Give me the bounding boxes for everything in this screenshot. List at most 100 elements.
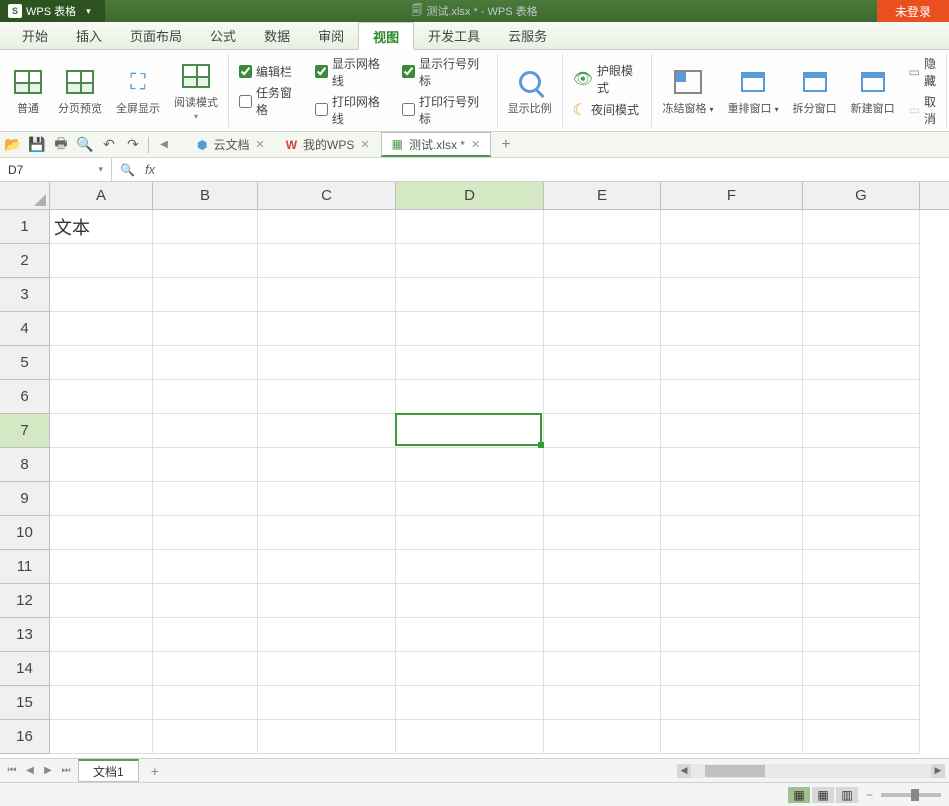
cell[interactable]: [258, 244, 396, 278]
cell[interactable]: [396, 278, 544, 312]
cell[interactable]: [803, 380, 920, 414]
check-show-headings[interactable]: 显示行号列标: [402, 55, 487, 89]
menu-data[interactable]: 数据: [250, 22, 304, 49]
cancel-button[interactable]: ▭取消: [909, 93, 936, 127]
cell[interactable]: [544, 346, 661, 380]
cell[interactable]: [803, 584, 920, 618]
active-doc-tab[interactable]: ▦ 测试.xlsx * ✕: [381, 132, 492, 157]
formula-bar[interactable]: 🔍 fx: [112, 158, 949, 181]
scroll-left-icon[interactable]: ◀: [677, 764, 691, 778]
cell[interactable]: [396, 448, 544, 482]
chevron-left-icon[interactable]: ◀: [155, 136, 173, 154]
scroll-right-icon[interactable]: ▶: [931, 764, 945, 778]
cell[interactable]: [258, 482, 396, 516]
cell[interactable]: [50, 516, 153, 550]
cell[interactable]: [661, 278, 803, 312]
cell[interactable]: [661, 346, 803, 380]
cell[interactable]: [803, 448, 920, 482]
cell[interactable]: [803, 346, 920, 380]
cell-area[interactable]: 文本: [50, 210, 949, 758]
select-all-corner[interactable]: [0, 182, 50, 210]
cell[interactable]: [544, 380, 661, 414]
close-icon[interactable]: ✕: [471, 138, 480, 151]
cell[interactable]: [661, 652, 803, 686]
cell[interactable]: [803, 312, 920, 346]
cell[interactable]: [661, 584, 803, 618]
cell[interactable]: [50, 686, 153, 720]
cell[interactable]: [803, 414, 920, 448]
cell[interactable]: [258, 550, 396, 584]
next-sheet-icon[interactable]: ▶: [40, 765, 56, 776]
cell[interactable]: [661, 550, 803, 584]
zoom-out-icon[interactable]: −: [866, 788, 873, 802]
search-icon[interactable]: 🔍: [120, 163, 135, 177]
cell[interactable]: [50, 278, 153, 312]
cell[interactable]: [396, 618, 544, 652]
cell[interactable]: [544, 584, 661, 618]
cell[interactable]: [153, 448, 258, 482]
row-header[interactable]: 2: [0, 244, 49, 278]
open-icon[interactable]: 📂: [4, 136, 22, 154]
cell[interactable]: [258, 448, 396, 482]
cell[interactable]: [153, 482, 258, 516]
cell[interactable]: [153, 516, 258, 550]
page-layout-view-icon[interactable]: ▦: [812, 787, 834, 803]
cell[interactable]: [258, 414, 396, 448]
cell[interactable]: [153, 584, 258, 618]
print-preview-icon[interactable]: 🔍: [76, 136, 94, 154]
cell[interactable]: [803, 686, 920, 720]
cell[interactable]: [396, 210, 544, 244]
menu-review[interactable]: 审阅: [304, 22, 358, 49]
cell[interactable]: [396, 346, 544, 380]
row-header[interactable]: 8: [0, 448, 49, 482]
cell[interactable]: [258, 346, 396, 380]
save-icon[interactable]: 💾: [28, 136, 46, 154]
cell[interactable]: [50, 380, 153, 414]
cell[interactable]: [153, 346, 258, 380]
eye-care-mode-button[interactable]: 👁护眼模式: [573, 62, 642, 96]
close-icon[interactable]: ✕: [360, 138, 369, 151]
cell[interactable]: [153, 550, 258, 584]
cell[interactable]: [50, 448, 153, 482]
cell[interactable]: [50, 482, 153, 516]
cell[interactable]: [50, 244, 153, 278]
cell[interactable]: [50, 312, 153, 346]
freeze-panes-button[interactable]: 冻结窗格 ▾: [656, 64, 719, 118]
cell[interactable]: [258, 278, 396, 312]
cell[interactable]: [153, 414, 258, 448]
cell[interactable]: [258, 584, 396, 618]
cell[interactable]: [803, 482, 920, 516]
cell[interactable]: [544, 686, 661, 720]
app-menu-arrow-icon[interactable]: ▾: [80, 6, 97, 17]
cell[interactable]: [396, 584, 544, 618]
menu-view[interactable]: 视图: [358, 22, 414, 50]
chevron-down-icon[interactable]: ▾: [98, 164, 103, 175]
print-icon[interactable]: 🖶: [52, 136, 70, 154]
column-header[interactable]: G: [803, 182, 920, 209]
normal-view-button[interactable]: 普通: [6, 64, 50, 118]
cell[interactable]: [50, 550, 153, 584]
sheet-tab[interactable]: 文档1: [78, 759, 139, 782]
scrollbar-thumb[interactable]: [705, 765, 765, 777]
cell[interactable]: [661, 482, 803, 516]
cell[interactable]: [544, 652, 661, 686]
cell[interactable]: [50, 652, 153, 686]
cell[interactable]: [153, 686, 258, 720]
cell[interactable]: [396, 516, 544, 550]
cell[interactable]: [258, 652, 396, 686]
cell[interactable]: [544, 278, 661, 312]
page-break-view-icon[interactable]: ▥: [836, 787, 858, 803]
cell[interactable]: [153, 210, 258, 244]
cell[interactable]: [661, 312, 803, 346]
check-task-pane[interactable]: 任务窗格: [239, 84, 301, 118]
cell[interactable]: [50, 584, 153, 618]
column-header[interactable]: E: [544, 182, 661, 209]
row-header[interactable]: 5: [0, 346, 49, 380]
cell[interactable]: [50, 346, 153, 380]
cell[interactable]: [544, 550, 661, 584]
row-header[interactable]: 12: [0, 584, 49, 618]
login-button[interactable]: 未登录: [877, 0, 949, 22]
cell[interactable]: 文本: [50, 210, 153, 244]
check-print-gridlines[interactable]: 打印网格线: [315, 93, 388, 127]
reading-mode-button[interactable]: 阅读模式▾: [168, 58, 224, 123]
